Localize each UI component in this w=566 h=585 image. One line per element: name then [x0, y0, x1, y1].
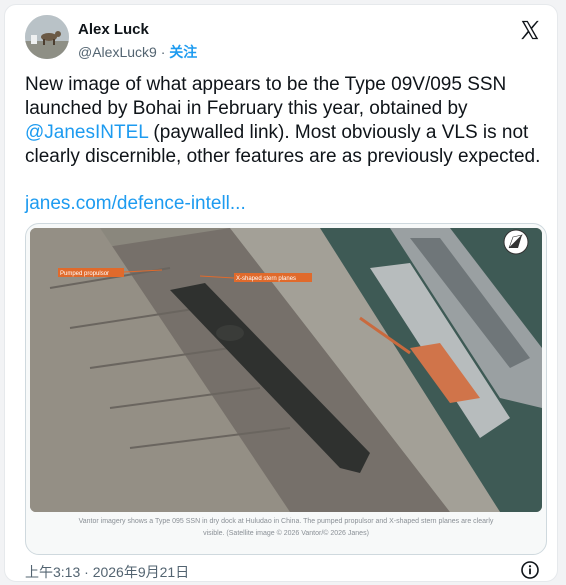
- avatar-image: [25, 15, 69, 59]
- mention-link[interactable]: @JanesINTEL: [25, 122, 148, 143]
- satellite-photo: Pumped propulsor X-shaped stern planes: [30, 228, 542, 512]
- timestamp[interactable]: 上午3:13 · 2026年9月21日: [25, 562, 189, 582]
- avatar[interactable]: [25, 15, 69, 59]
- follow-button[interactable]: 关注: [169, 44, 197, 60]
- annotation-label-2: X-shaped stern planes: [236, 276, 296, 282]
- media-caption: Vantor imagery shows a Type 095 SSN in d…: [36, 516, 536, 540]
- tweet-card: Alex Luck @AlexLuck9 · 关注 New image of w…: [4, 4, 558, 582]
- caption-line-1: Vantor imagery shows a Type 095 SSN in d…: [78, 518, 494, 525]
- separator: ·: [156, 44, 170, 60]
- tweet-text: New image of what appears to be the Type…: [25, 73, 545, 169]
- media-image[interactable]: Pumped propulsor X-shaped stern planes V…: [25, 223, 547, 555]
- info-icon[interactable]: [521, 561, 539, 579]
- author-name[interactable]: Alex Luck: [78, 21, 149, 38]
- annotation-label-1: Pumped propulsor: [60, 271, 109, 277]
- external-link[interactable]: janes.com/defence-intell...: [25, 192, 246, 216]
- north-arrow-icon: [503, 229, 529, 255]
- x-logo-icon[interactable]: [519, 19, 541, 41]
- caption-line-2: visible. (Satellite image © 2026 Vantor/…: [203, 530, 369, 537]
- author-handle[interactable]: @AlexLuck9: [78, 44, 157, 60]
- handle-row: @AlexLuck9 · 关注: [78, 42, 197, 62]
- tweet-text-before: New image of what appears to be the Type…: [25, 74, 507, 119]
